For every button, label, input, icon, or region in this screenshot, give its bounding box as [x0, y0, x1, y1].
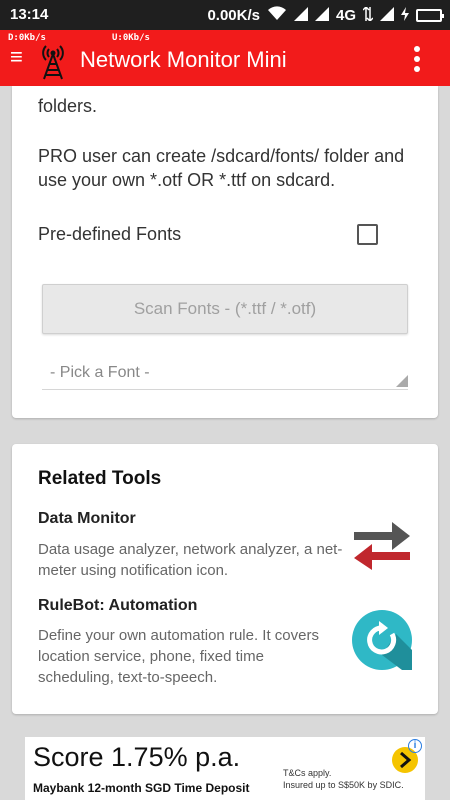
- ad-terms-line1: T&Cs apply.: [283, 768, 332, 778]
- predefined-fonts-checkbox[interactable]: [357, 224, 378, 245]
- related-tools-heading: Related Tools: [38, 468, 162, 489]
- fragment-line: folders.: [38, 96, 98, 116]
- ad-terms-line2: Insured up to S$50K by SDIC.: [283, 780, 404, 790]
- status-bar: 13:14 0.00K/s 4G: [0, 0, 450, 30]
- charging-icon: [401, 6, 409, 25]
- signal-icon-2: [314, 6, 329, 25]
- hamburger-menu-icon[interactable]: ≡: [10, 46, 23, 68]
- refresh-circle-icon[interactable]: [352, 610, 412, 670]
- signal-icon: [293, 6, 308, 25]
- ad-subline: Maybank 12-month SGD Time Deposit: [33, 781, 250, 795]
- net-speed: 0.00K/s: [207, 7, 260, 24]
- pro-description: PRO user can create /sdcard/fonts/ folde…: [38, 146, 405, 190]
- signal-icon-3: [380, 6, 394, 25]
- clipped-line: [38, 86, 338, 94]
- font-picker-select[interactable]: - Pick a Font -: [42, 362, 408, 390]
- predefined-fonts-label: Pre-defined Fonts: [38, 224, 182, 244]
- overflow-menu-icon[interactable]: [414, 46, 420, 72]
- tool-description-data-monitor: Data usage analyzer, network analyzer, a…: [38, 541, 343, 579]
- antenna-tower-icon: [38, 42, 68, 80]
- status-time: 13:14: [10, 6, 49, 23]
- dropdown-triangle-icon: [396, 375, 408, 387]
- tool-title-data-monitor[interactable]: Data Monitor: [38, 510, 136, 528]
- battery-icon: [416, 9, 444, 22]
- tool-title-rulebot[interactable]: RuleBot: Automation: [38, 597, 197, 615]
- ad-info-icon[interactable]: i: [408, 739, 422, 753]
- tool-description-rulebot: Define your own automation rule. It cove…: [38, 627, 319, 686]
- app-bar: D:0Kb/s U:0Kb/s ≡ Network Monitor Mini: [0, 30, 450, 86]
- upload-speed: U:0Kb/s: [112, 33, 150, 43]
- ad-banner[interactable]: Score 1.75% p.a. Maybank 12-month SGD Ti…: [25, 737, 425, 800]
- font-picker-value: - Pick a Font -: [50, 364, 150, 381]
- network-type: 4G: [335, 7, 356, 24]
- related-tools-card: Related Tools Data Monitor Data usage an…: [12, 444, 438, 714]
- ad-terms: T&Cs apply. Insured up to S$50K by SDIC.: [283, 767, 404, 791]
- transfer-arrows-icon[interactable]: [352, 516, 412, 570]
- wifi-icon: [267, 6, 287, 25]
- scan-fonts-button[interactable]: Scan Fonts - (*.ttf / *.otf): [42, 284, 408, 334]
- app-title: Network Monitor Mini: [80, 47, 287, 72]
- status-right: 0.00K/s 4G: [207, 5, 444, 25]
- fonts-card: folders. PRO user can create /sdcard/fon…: [12, 86, 438, 418]
- data-arrows-icon: [362, 5, 374, 25]
- ad-headline: Score 1.75% p.a.: [33, 742, 241, 772]
- fonts-description-fragment: folders.: [38, 86, 338, 118]
